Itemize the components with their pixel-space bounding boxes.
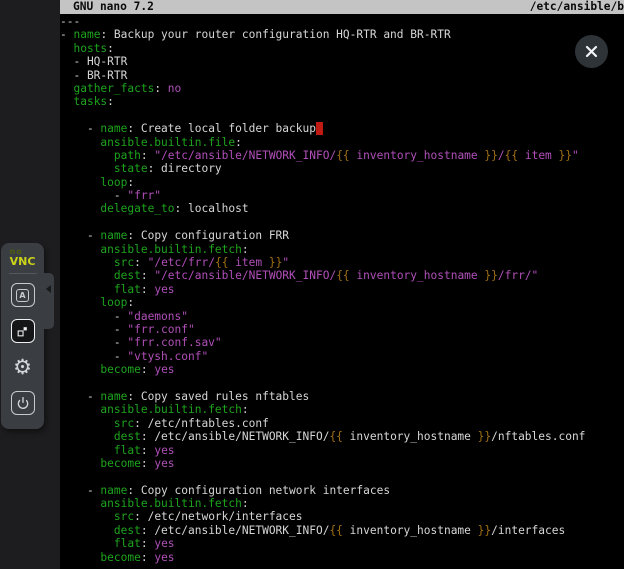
terminal-line: become: yes — [60, 363, 624, 376]
close-button[interactable] — [575, 35, 608, 68]
terminal-line: become: yes — [60, 551, 624, 564]
fullscreen-button[interactable] — [11, 319, 35, 343]
terminal-line: flat: yes — [60, 444, 624, 457]
terminal-line: tasks: — [60, 95, 624, 108]
toolbar-divider — [9, 273, 37, 274]
terminal-line: - name: Create local folder backup — [60, 122, 624, 135]
terminal-line: - name: Copy configuration network inter… — [60, 484, 624, 497]
terminal-line: --- — [60, 15, 624, 28]
terminal-line: - "daemons" — [60, 310, 624, 323]
terminal-content[interactable]: ---- name: Backup your router configurat… — [60, 14, 624, 564]
terminal-line: ansible.builtin.fetch: — [60, 403, 624, 416]
terminal-line — [60, 377, 624, 390]
settings-button[interactable]: ⚙ — [11, 355, 35, 379]
extra-keys-button[interactable]: A — [11, 283, 35, 307]
terminal-line: state: directory — [60, 162, 624, 175]
terminal-line: loop: — [60, 296, 624, 309]
terminal-line: delegate_to: localhost — [60, 202, 624, 215]
nano-file-path: /etc/ansible/b — [530, 0, 624, 14]
close-icon — [584, 44, 599, 59]
nano-version-title: GNU nano 7.2 — [73, 0, 154, 14]
fullscreen-icon — [16, 325, 29, 338]
terminal-line: - BR-RTR — [60, 69, 624, 82]
terminal-line: - HQ-RTR — [60, 55, 624, 68]
control-bar-handle[interactable] — [44, 273, 54, 329]
terminal-line: dest: /etc/ansible/NETWORK_INFO/{{ inven… — [60, 430, 624, 443]
nano-titlebar: GNU nano 7.2 /etc/ansible/b — [60, 0, 624, 14]
gear-icon: ⚙ — [13, 357, 32, 378]
terminal-line: path: "/etc/ansible/NETWORK_INFO/{{ inve… — [60, 149, 624, 162]
terminal-line: - "vtysh.conf" — [60, 350, 624, 363]
collapse-arrow-icon — [46, 285, 51, 293]
terminal-line: gather_facts: no — [60, 82, 624, 95]
terminal-line: dest: /etc/ansible/NETWORK_INFO/{{ inven… — [60, 524, 624, 537]
terminal-line: become: yes — [60, 457, 624, 470]
terminal-line: hosts: — [60, 42, 624, 55]
terminal-line: ansible.builtin.fetch: — [60, 243, 624, 256]
terminal-line — [60, 109, 624, 122]
terminal-line: flat: yes — [60, 537, 624, 550]
terminal-line: - "frr.conf" — [60, 323, 624, 336]
power-button[interactable] — [11, 391, 35, 415]
terminal-line: flat: yes — [60, 283, 624, 296]
terminal-line: src: /etc/network/interfaces — [60, 510, 624, 523]
terminal-line: ansible.builtin.file: — [60, 136, 624, 149]
power-icon — [15, 395, 31, 411]
terminal-line: - name: Copy saved rules nftables — [60, 390, 624, 403]
terminal-line: src: /etc/nftables.conf — [60, 417, 624, 430]
terminal-line — [60, 216, 624, 229]
terminal-line: - "frr" — [60, 189, 624, 202]
keycap-a-icon: A — [16, 289, 29, 302]
terminal-line: ansible.builtin.fetch: — [60, 497, 624, 510]
novnc-logo: no VNC — [10, 248, 36, 267]
terminal-line: - "frr.conf.sav" — [60, 336, 624, 349]
vnc-remote-screen: GNU nano 7.2 /etc/ansible/b ---- name: B… — [0, 0, 624, 569]
terminal-line — [60, 470, 624, 483]
terminal-line: src: "/etc/frr/{{ item }}" — [60, 256, 624, 269]
terminal-line: dest: "/etc/ansible/NETWORK_INFO/{{ inve… — [60, 269, 624, 282]
novnc-logo-line2: VNC — [10, 256, 36, 267]
terminal-line: loop: — [60, 176, 624, 189]
terminal-line: - name: Copy configuration FRR — [60, 229, 624, 242]
novnc-control-bar: no VNC A ⚙ — [1, 243, 44, 429]
terminal-line: - name: Backup your router configuration… — [60, 28, 624, 41]
terminal-window[interactable]: GNU nano 7.2 /etc/ansible/b ---- name: B… — [60, 0, 624, 569]
